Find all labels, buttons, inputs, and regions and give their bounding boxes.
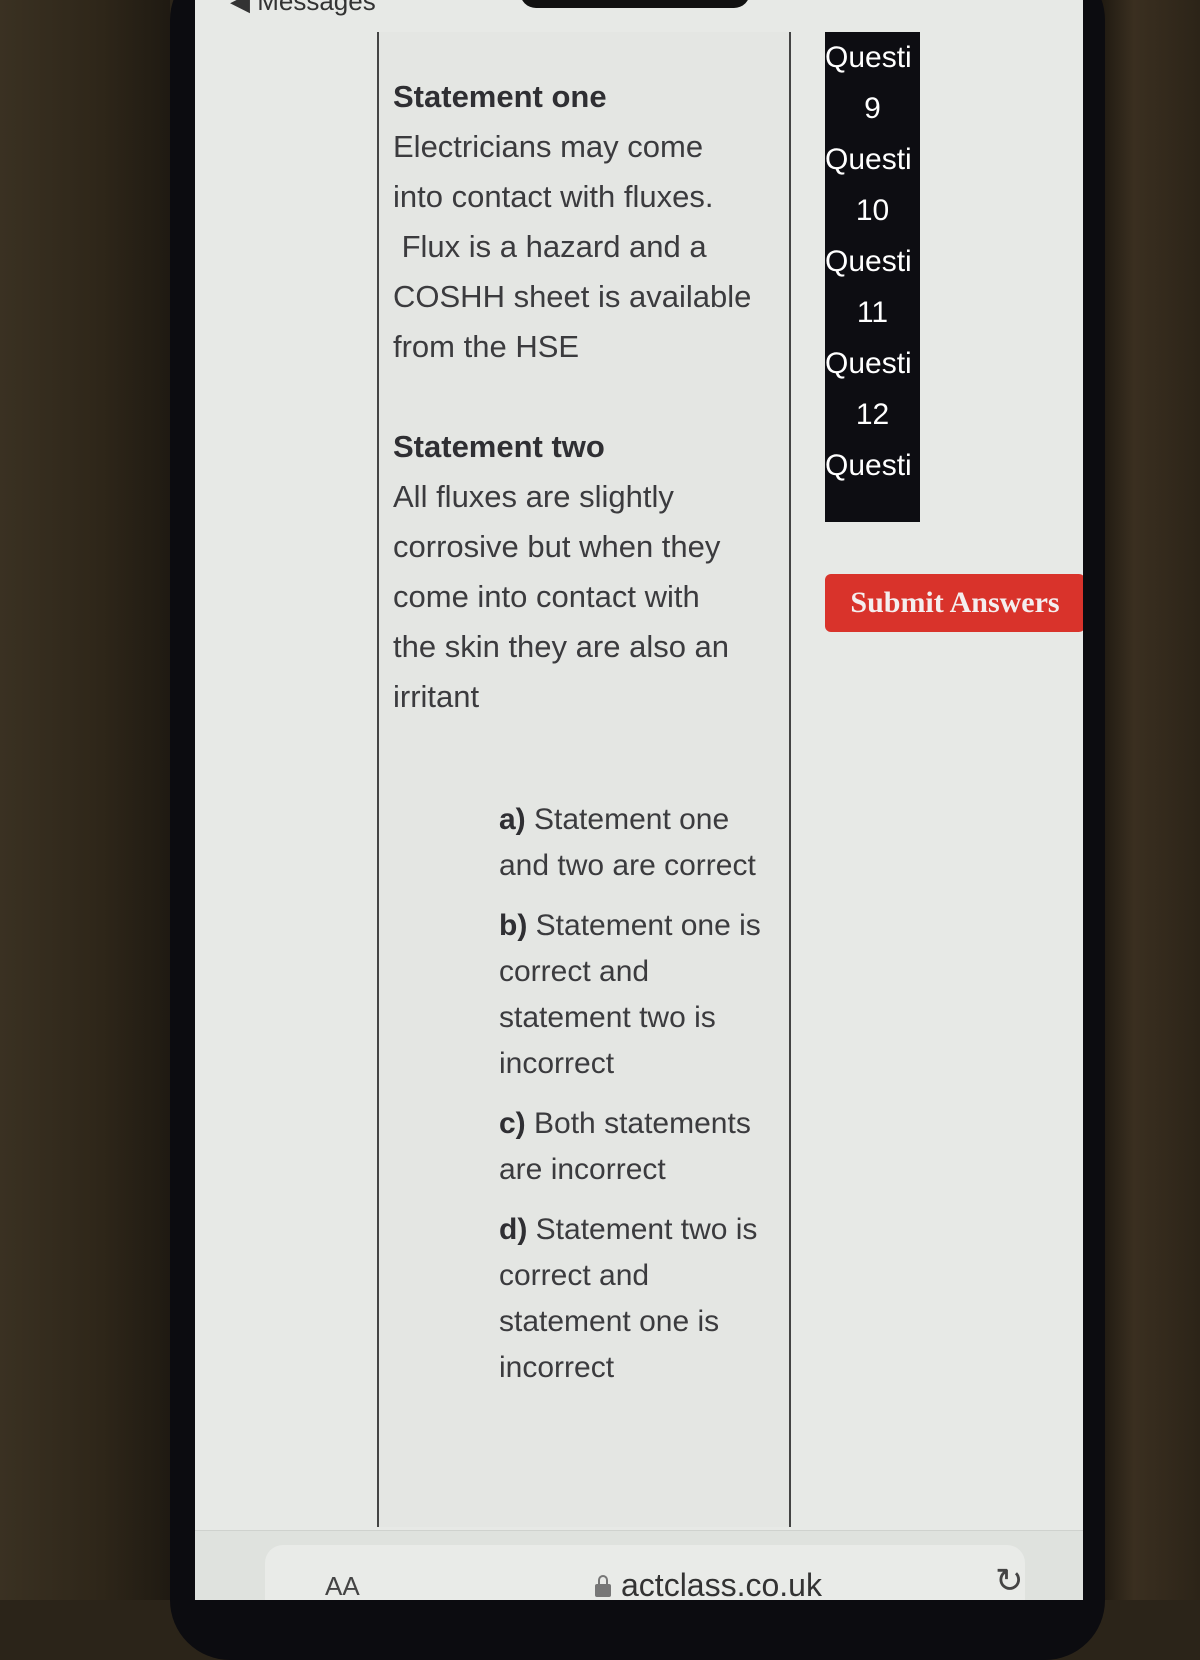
question-nav-label: Questi [825, 41, 912, 74]
address-bar[interactable]: AA actclass.co.uk ↻ [265, 1545, 1025, 1600]
option-letter: b) [499, 909, 528, 942]
question-nav-item-11[interactable]: Questi 11 [825, 236, 920, 338]
browser-toolbar: AA actclass.co.uk ↻ [195, 1530, 1083, 1600]
submit-answers-button[interactable]: Submit Answers [825, 574, 1083, 632]
question-nav-number: 12 [855, 398, 890, 431]
answer-option-a[interactable]: a) Statement one and two are correct [499, 797, 784, 889]
answer-option-d[interactable]: d) Statement two is correct and statemen… [499, 1207, 784, 1391]
text-size-button[interactable]: AA [325, 1571, 360, 1600]
statement-one-line: Flux is a hazard and a [393, 229, 707, 264]
option-letter: a) [499, 803, 526, 836]
question-nav-item-12[interactable]: Questi 12 [825, 338, 920, 440]
reload-icon[interactable]: ↻ [995, 1561, 1024, 1600]
answer-options: a) Statement one and two are correct b) … [499, 797, 784, 1405]
question-nav-number: 11 [856, 296, 889, 329]
background-right [1090, 0, 1200, 1600]
question-nav-item-10[interactable]: Questi 10 [825, 134, 920, 236]
question-nav-label: Questi [825, 143, 912, 176]
phone-screen: ◀ Messages Statement one Electricians ma… [195, 0, 1083, 1600]
question-nav-item-13[interactable]: Questi [825, 440, 920, 491]
statement-one-line: from the HSE [393, 329, 580, 364]
lock-icon [595, 1574, 611, 1597]
statement-two: Statement two All fluxes are slightly co… [393, 422, 783, 722]
statement-two-line: the skin they are also an [393, 629, 730, 664]
question-panel: Statement one Electricians may come into… [377, 32, 791, 1527]
question-nav-number: 9 [864, 92, 881, 125]
statement-one-line: into contact with fluxes. [393, 179, 714, 214]
statement-two-heading: Statement two [393, 429, 605, 464]
statement-two-line: irritant [393, 679, 480, 714]
statement-two-line: corrosive but when they [393, 529, 721, 564]
statement-two-line: come into contact with [393, 579, 700, 614]
url-display[interactable]: actclass.co.uk [595, 1567, 822, 1600]
question-nav-item-9[interactable]: Questi 9 [825, 32, 920, 134]
statement-one: Statement one Electricians may come into… [393, 72, 783, 372]
option-text: Statement one and two are correct [499, 803, 756, 882]
back-to-messages[interactable]: ◀ Messages [230, 0, 376, 17]
option-letter: c) [499, 1107, 526, 1140]
option-letter: d) [499, 1213, 528, 1246]
text-size-label: AA [325, 1571, 360, 1600]
background-left [0, 0, 170, 1600]
option-text: Statement two is correct and statement o… [499, 1213, 758, 1384]
question-nav-label: Questi [825, 347, 912, 380]
dynamic-island [520, 0, 750, 8]
option-text: Statement one is correct and statement t… [499, 909, 761, 1080]
option-text: Both statements are incorrect [499, 1107, 751, 1186]
back-label: Messages [257, 0, 376, 16]
answer-option-b[interactable]: b) Statement one is correct and statemen… [499, 903, 784, 1087]
statement-one-heading: Statement one [393, 79, 607, 114]
question-nav-label: Questi [825, 245, 912, 278]
question-navigator: Questi 9 Questi 10 Questi 11 Questi 12 Q… [825, 32, 920, 522]
question-nav-number: 10 [855, 194, 890, 227]
url-text: actclass.co.uk [621, 1567, 822, 1600]
statement-one-line: Electricians may come [393, 129, 704, 164]
statement-one-line: COSHH sheet is available [393, 279, 752, 314]
statement-two-line: All fluxes are slightly [393, 479, 674, 514]
answer-option-c[interactable]: c) Both statements are incorrect [499, 1101, 784, 1193]
question-nav-label: Questi [825, 449, 912, 482]
